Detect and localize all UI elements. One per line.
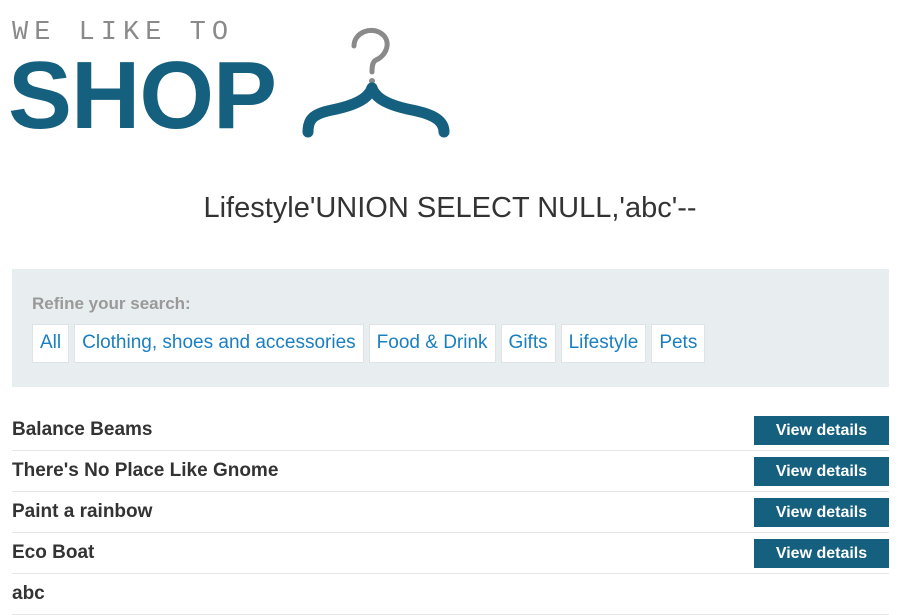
product-name: abc [12,583,45,604]
filter-panel: Refine your search: All Clothing, shoes … [12,269,889,387]
table-row: There's No Place Like Gnome View details [12,451,889,492]
filter-link-food-drink[interactable]: Food & Drink [368,324,496,363]
filter-links: All Clothing, shoes and accessories Food… [32,324,706,363]
filter-link-lifestyle[interactable]: Lifestyle [560,324,647,363]
product-table: Balance Beams View details There's No Pl… [12,410,889,615]
filter-link-clothing[interactable]: Clothing, shoes and accessories [74,324,364,363]
view-details-button[interactable]: View details [754,457,889,486]
hanger-icon [302,28,450,138]
site-logo[interactable]: WE LIKE TO SHOP [8,14,472,144]
product-name: Balance Beams [12,419,153,440]
filter-link-gifts[interactable]: Gifts [500,324,556,363]
product-name: There's No Place Like Gnome [12,460,279,481]
filter-link-pets[interactable]: Pets [651,324,706,363]
logo-brand-text: SHOP [8,42,277,149]
table-row: abc [12,574,889,615]
table-row: Eco Boat View details [12,533,889,574]
table-row: Paint a rainbow View details [12,492,889,533]
filter-label: Refine your search: [32,294,191,313]
table-row: Balance Beams View details [12,410,889,451]
view-details-button[interactable]: View details [754,416,889,445]
filter-link-all[interactable]: All [32,324,70,363]
view-details-button[interactable]: View details [754,498,889,527]
view-details-button[interactable]: View details [754,539,889,568]
product-name: Paint a rainbow [12,501,153,522]
page-title: Lifestyle'UNION SELECT NULL,'abc'-- [203,192,697,224]
product-name: Eco Boat [12,542,95,563]
